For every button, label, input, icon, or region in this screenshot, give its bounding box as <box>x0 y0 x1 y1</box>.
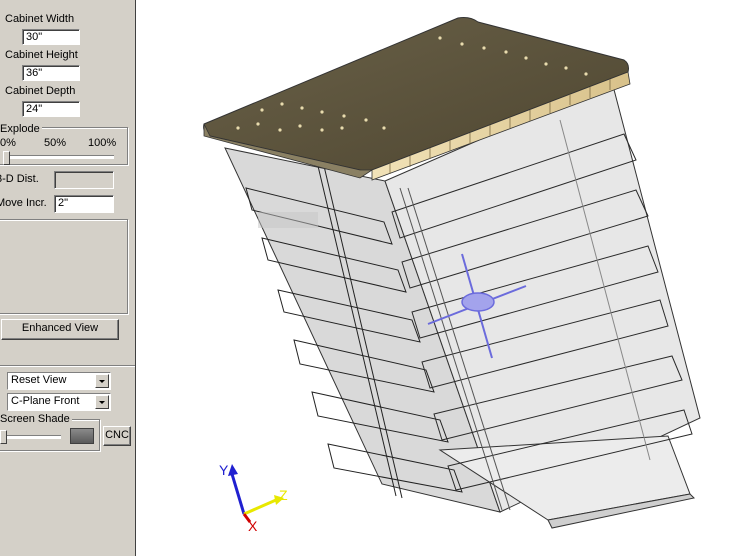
axis-triad: Y Z X <box>219 462 288 534</box>
explode-tick-50: 50% <box>44 137 67 149</box>
screen-shade-track <box>0 435 61 439</box>
screen-shade-thumb[interactable] <box>0 430 7 444</box>
cabinet-depth-input[interactable]: 24" <box>22 101 80 117</box>
axis-y-label: Y <box>219 462 229 478</box>
explode-tick-0: 0% <box>0 137 16 149</box>
cabinet-model: Y Z X <box>203 17 701 534</box>
view-select-value: Reset View <box>11 374 67 386</box>
cabinet-height-label: Cabinet Height <box>5 49 78 61</box>
cabinet-height-input[interactable]: 36" <box>22 65 80 81</box>
screen-shade-label: Screen Shade <box>0 413 72 425</box>
explode-slider-thumb[interactable] <box>3 151 10 165</box>
panel-divider <box>0 365 135 367</box>
view-select[interactable]: Reset View <box>7 372 111 390</box>
info-area <box>0 219 128 314</box>
enhanced-view-button[interactable]: Enhanced View <box>1 319 119 340</box>
explode-label: Explode <box>0 123 42 135</box>
shade-color-swatch[interactable] <box>70 428 94 444</box>
dist-field <box>54 171 114 189</box>
tool-panel: Cabinet Width 30" Cabinet Height 36" Cab… <box>0 0 136 556</box>
chevron-down-icon[interactable] <box>95 374 109 388</box>
axis-x-label: X <box>248 518 258 534</box>
explode-slider-track <box>3 155 114 159</box>
cplane-select-value: C-Plane Front <box>11 395 80 407</box>
cplane-select[interactable]: C-Plane Front <box>7 393 111 411</box>
axis-z-label: Z <box>279 487 288 503</box>
dist-label: 3-D Dist. <box>0 173 39 185</box>
cabinet-width-input[interactable]: 30" <box>22 29 80 45</box>
cnc-button[interactable]: CNC <box>103 426 131 446</box>
cabinet-width-label: Cabinet Width <box>5 13 75 25</box>
move-incr-label: Move Incr. <box>0 197 47 209</box>
chevron-down-icon[interactable] <box>95 395 109 409</box>
3d-viewport[interactable]: Y Z X <box>138 0 734 556</box>
cabinet-depth-label: Cabinet Depth <box>5 85 76 97</box>
explode-tick-100: 100% <box>88 137 117 149</box>
move-incr-input[interactable]: 2" <box>54 195 114 213</box>
